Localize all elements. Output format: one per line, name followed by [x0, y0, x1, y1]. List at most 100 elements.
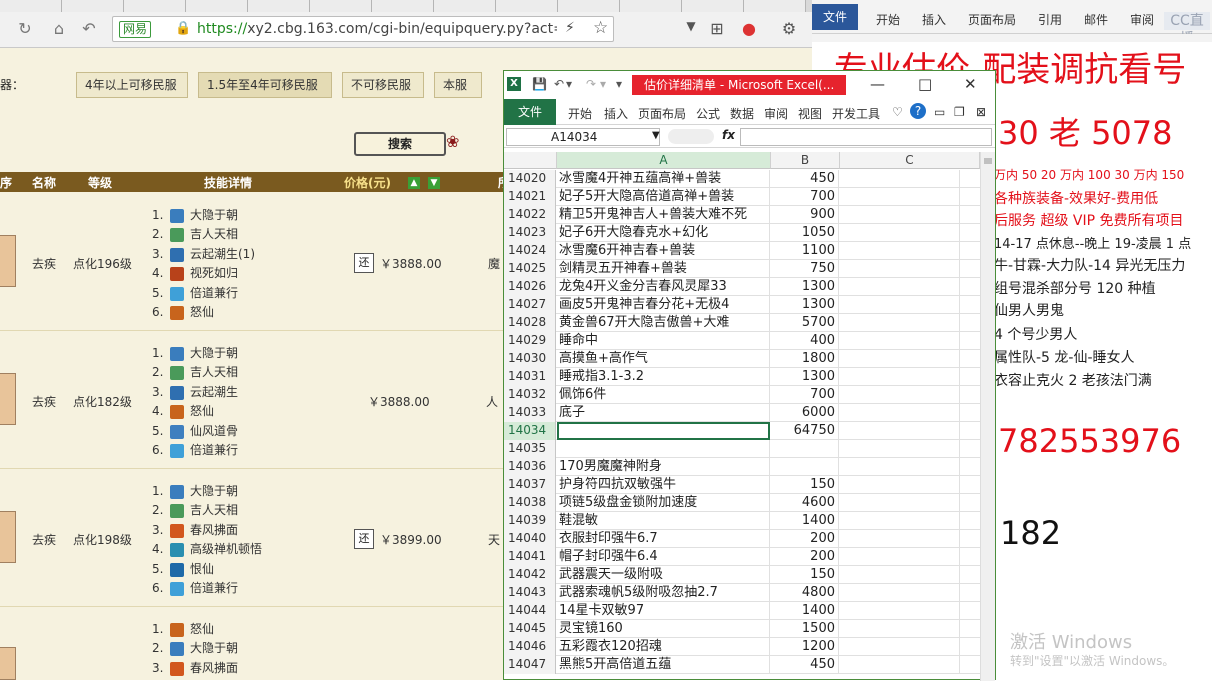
cell-b[interactable]: 1200 — [771, 638, 839, 656]
cell-b[interactable]: 750 — [771, 260, 839, 278]
undo-icon[interactable]: ↶ — [554, 77, 564, 91]
table-row[interactable]: 去疾 点化182级 ￥3888.00 人 1. 大隐于朝 2. 吉人天相 3. 云起潮… — [0, 331, 506, 469]
table-row[interactable]: 去疾 点化196级 还 ￥3888.00 魔 1. 大隐于朝 2. 吉人天相 3. 云… — [0, 193, 506, 331]
browser-tab[interactable] — [0, 0, 62, 12]
row-number[interactable]: 14022 — [504, 206, 556, 224]
sheet-row[interactable]: 14031 睡戒指3.1-3.2 1300 — [504, 368, 995, 386]
cell-b[interactable]: 5700 — [771, 314, 839, 332]
cell-a[interactable]: 鞋混敏 — [557, 512, 770, 530]
name-box[interactable]: A14034 — [506, 128, 660, 146]
dropdown-icon[interactable]: ▼ — [680, 19, 702, 33]
cell-c[interactable] — [840, 512, 960, 530]
ribbon-minimize-icon[interactable]: ▭ — [934, 105, 945, 119]
cell-c[interactable] — [840, 278, 960, 296]
excel-tab[interactable]: 开发工具 — [832, 105, 880, 122]
cell-b[interactable]: 150 — [771, 566, 839, 584]
row-number[interactable]: 14023 — [504, 224, 556, 242]
cell-a[interactable]: 龙兔4开义金分吉春风灵犀33 — [557, 278, 770, 296]
cell-a[interactable]: 剑精灵五开神春+兽装 — [557, 260, 770, 278]
cell-a[interactable]: 黑熊5开高倍道五蕴 — [557, 656, 770, 674]
word-tab[interactable]: 插入 — [922, 11, 946, 28]
cell-b[interactable]: 1400 — [771, 512, 839, 530]
cell-b[interactable]: 450 — [771, 170, 839, 188]
filter-button-no-migrate[interactable]: 不可移民服 — [342, 72, 424, 98]
cell-c[interactable] — [840, 206, 960, 224]
browser-tab[interactable] — [124, 0, 186, 12]
ribbon-restore-icon[interactable]: ❐ — [954, 105, 965, 119]
sheet-row[interactable]: 14044 14星卡双敏97 1400 — [504, 602, 995, 620]
cell-b[interactable]: 700 — [771, 188, 839, 206]
excel-tab[interactable]: 数据 — [730, 105, 754, 122]
word-tab[interactable]: 审阅 — [1130, 11, 1154, 28]
cell-c[interactable] — [840, 530, 960, 548]
cell-a[interactable] — [557, 440, 770, 458]
sheet-row[interactable]: 14034 64750 — [504, 422, 995, 440]
cell-b[interactable] — [771, 458, 839, 476]
cell-a[interactable] — [557, 422, 770, 440]
sheet-row[interactable]: 14021 妃子5开大隐高倍道高禅+兽装 700 — [504, 188, 995, 206]
cell-c[interactable] — [840, 458, 960, 476]
formula-bar-input[interactable] — [740, 128, 992, 146]
cell-c[interactable] — [840, 584, 960, 602]
sheet-row[interactable]: 14027 画皮5开鬼神吉春分花+无极4 1300 — [504, 296, 995, 314]
select-all-corner[interactable] — [504, 152, 557, 169]
row-number[interactable]: 14024 — [504, 242, 556, 260]
browser-tab[interactable] — [62, 0, 124, 12]
cell-a[interactable]: 高摸鱼+高作气 — [557, 350, 770, 368]
excel-tab[interactable]: 视图 — [798, 105, 822, 122]
address-bar[interactable]: 网易 🔒 https://xy2.cbg.163.com/cgi-bin/equ… — [112, 16, 614, 42]
cell-b[interactable]: 400 — [771, 332, 839, 350]
sheet-row[interactable]: 14046 五彩霞衣120招魂 1200 — [504, 638, 995, 656]
cell-c[interactable] — [840, 260, 960, 278]
cell-b[interactable]: 1300 — [771, 278, 839, 296]
vertical-scrollbar[interactable] — [980, 152, 995, 681]
row-number[interactable]: 14046 — [504, 638, 556, 656]
customize-qa-icon[interactable]: ▾ — [616, 77, 622, 91]
cell-a[interactable]: 佩饰6件 — [557, 386, 770, 404]
sheet-row[interactable]: 14041 帽子封印强牛6.4 200 — [504, 548, 995, 566]
cell-c[interactable] — [840, 566, 960, 584]
save-icon[interactable]: 💾 — [532, 77, 547, 91]
filter-button-local[interactable]: 本服 — [434, 72, 482, 98]
row-number[interactable]: 14044 — [504, 602, 556, 620]
cell-c[interactable] — [840, 296, 960, 314]
cell-c[interactable] — [840, 656, 960, 674]
cell-c[interactable] — [840, 494, 960, 512]
sheet-row[interactable]: 14040 衣服封印强牛6.7 200 — [504, 530, 995, 548]
cell-c[interactable] — [840, 638, 960, 656]
row-number[interactable]: 14021 — [504, 188, 556, 206]
cell-b[interactable]: 200 — [771, 548, 839, 566]
return-badge[interactable]: 还 — [354, 529, 374, 549]
sheet-row[interactable]: 14024 冰雪魔6开神吉春+兽装 1100 — [504, 242, 995, 260]
row-number[interactable]: 14047 — [504, 656, 556, 674]
grid-icon[interactable]: ⊞ — [706, 19, 728, 38]
cell-c[interactable] — [840, 440, 960, 458]
row-number[interactable]: 14040 — [504, 530, 556, 548]
sheet-row[interactable]: 14045 灵宝镜160 1500 — [504, 620, 995, 638]
star-icon[interactable]: ☆ — [593, 18, 608, 38]
cell-c[interactable] — [840, 476, 960, 494]
cell-a[interactable]: 帽子封印强牛6.4 — [557, 548, 770, 566]
cell-b[interactable]: 1100 — [771, 242, 839, 260]
word-file-tab[interactable]: 文件 — [812, 4, 858, 30]
browser-tab[interactable] — [434, 0, 496, 12]
cell-b[interactable]: 1300 — [771, 368, 839, 386]
cell-a[interactable]: 170男魔魔神附身 — [557, 458, 770, 476]
cell-c[interactable] — [840, 620, 960, 638]
column-header-b[interactable]: B — [771, 152, 840, 169]
cell-b[interactable]: 1050 — [771, 224, 839, 242]
home-icon[interactable]: ⌂ — [48, 18, 70, 40]
cell-c[interactable] — [840, 404, 960, 422]
sheet-row[interactable]: 14030 高摸鱼+高作气 1800 — [504, 350, 995, 368]
row-number[interactable]: 14026 — [504, 278, 556, 296]
cell-b[interactable] — [771, 440, 839, 458]
minimize-icon[interactable]: — — [870, 75, 885, 93]
role-name[interactable]: 去疾 — [32, 255, 56, 272]
undo-dropdown-icon[interactable]: ▾ — [566, 77, 572, 91]
cell-c[interactable] — [840, 350, 960, 368]
row-number[interactable]: 14037 — [504, 476, 556, 494]
cell-c[interactable] — [840, 368, 960, 386]
word-tab[interactable]: 开始 — [876, 11, 900, 28]
role-name[interactable]: 去疾 — [32, 393, 56, 410]
sheet-row[interactable]: 14028 黄金兽67开大隐吉傲兽+大难 5700 — [504, 314, 995, 332]
